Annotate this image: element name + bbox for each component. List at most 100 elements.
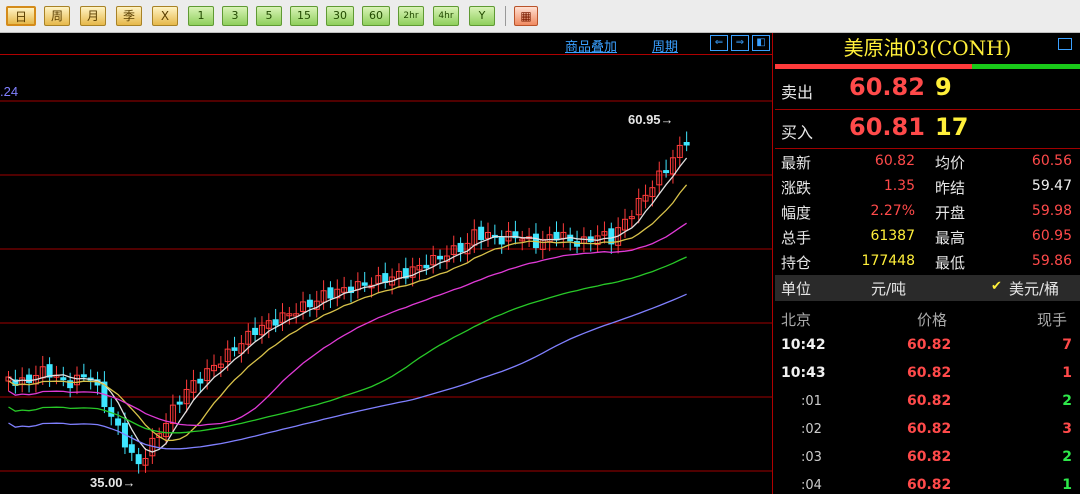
period-3min-button[interactable]: 3 (222, 6, 248, 26)
buy-sell-ratio-bar (775, 64, 1080, 69)
candle-down (272, 319, 279, 326)
tick-price: 60.82 (907, 337, 952, 353)
candle-down (26, 374, 33, 383)
candle-down (80, 374, 87, 378)
tick-volume: 7 (1062, 337, 1072, 353)
candle-down (478, 226, 485, 240)
quote-panel: 美原油03(CONH) 卖出 60.82 9 买入 60.81 17 最新 60… (775, 33, 1080, 494)
tick-price: 60.82 (907, 393, 952, 409)
candle-down (252, 327, 259, 335)
candle-down (135, 454, 142, 465)
tick-time: :02 (801, 422, 822, 437)
tick-price: 60.82 (907, 449, 952, 465)
period-15min-button[interactable]: 15 (290, 6, 318, 26)
candle-down (361, 282, 368, 286)
candle-down (457, 242, 464, 253)
buy-price: 60.81 (849, 113, 925, 141)
period-quarter-button[interactable]: 季 (116, 6, 142, 26)
candle-down (176, 401, 183, 405)
ticks-header-volume: 现手 (1037, 311, 1068, 329)
tick-volume: 3 (1062, 421, 1072, 437)
ticks-header-time: 北京 (781, 311, 812, 329)
stat-label-open: 开盘 (935, 204, 966, 222)
unit-usd-option[interactable]: 美元/桶 (1009, 278, 1059, 299)
check-icon: ✔ (991, 279, 1002, 294)
stat-value-total-vol: 61387 (870, 228, 915, 244)
ma10-line (8, 184, 688, 442)
tick-time: :01 (801, 394, 822, 409)
stat-label-pct: 幅度 (781, 204, 812, 222)
scroll-right-icon[interactable]: ⇒ (731, 35, 749, 51)
kline-chart-panel: 商品叠加 周期 ⇐ ⇒ ◧ 60.95→ 35.00→ .24 (0, 33, 773, 494)
period-1min-button[interactable]: 1 (188, 6, 214, 26)
period-month-button[interactable]: 月 (80, 6, 106, 26)
stat-label-latest: 最新 (781, 154, 812, 172)
kline-chart[interactable]: 60.95→ 35.00→ .24 (0, 55, 773, 494)
panel-toggle-icon[interactable]: ◧ (752, 35, 770, 51)
candle-down (498, 237, 505, 245)
unit-label: 单位 (781, 280, 812, 298)
candle-down (683, 142, 690, 146)
unit-selector-row: 单位 元/吨 ✔ 美元/桶 (775, 275, 1080, 301)
maximize-icon[interactable] (1058, 38, 1072, 50)
period-30min-button[interactable]: 30 (326, 6, 354, 26)
high-price-label: 60.95→ (628, 112, 674, 127)
period-week-button[interactable]: 周 (44, 6, 70, 26)
tick-price: 60.82 (907, 477, 952, 493)
chart-topbar: 商品叠加 周期 ⇐ ⇒ ◧ (0, 33, 773, 55)
period-60min-button[interactable]: 60 (362, 6, 390, 26)
ma60-line (8, 293, 687, 450)
candle-down (60, 377, 67, 381)
sell-label: 卖出 (781, 83, 814, 102)
period-year-button[interactable]: Y (469, 6, 495, 26)
stat-label-low: 最低 (935, 254, 966, 272)
stat-value-low: 59.86 (1031, 253, 1072, 269)
period-4hr-button[interactable]: 4hr (433, 6, 459, 26)
tick-volume: 1 (1062, 477, 1072, 493)
period-custom-button[interactable]: X (152, 6, 178, 26)
candle-down (128, 444, 135, 453)
contract-title: 美原油03(CONH) (843, 36, 1012, 60)
candle-down (327, 287, 334, 299)
ma40-line (8, 256, 687, 434)
candle-down (306, 299, 313, 308)
buy-volume: 17 (935, 113, 969, 141)
candle-down (663, 170, 670, 174)
buy-label: 买入 (781, 123, 814, 142)
candle-down (231, 347, 238, 351)
tick-volume: 1 (1062, 365, 1072, 381)
period-2hr-button[interactable]: 2hr (398, 6, 424, 26)
divider (775, 109, 1080, 110)
stat-value-latest: 60.82 (874, 153, 915, 169)
stat-label-open-interest: 持仓 (781, 254, 812, 272)
scroll-left-icon[interactable]: ⇐ (710, 35, 728, 51)
layout-grid-button[interactable]: ▦ (514, 6, 538, 26)
overlay-link[interactable]: 商品叠加 (565, 36, 617, 55)
period-5min-button[interactable]: 5 (256, 6, 282, 26)
stat-label-total-vol: 总手 (781, 229, 812, 247)
stat-value-avg: 60.56 (1031, 153, 1072, 169)
period-day-button[interactable]: 日 (6, 6, 36, 26)
stat-value-pct: 2.27% (870, 203, 915, 219)
candle-down (115, 418, 122, 426)
period-link[interactable]: 周期 (652, 36, 678, 55)
stat-value-high: 60.95 (1031, 228, 1072, 244)
tick-price: 60.82 (907, 421, 952, 437)
unit-cny-option[interactable]: 元/吨 (871, 278, 906, 299)
sell-volume: 9 (935, 73, 952, 101)
axis-partial-label: .24 (0, 84, 18, 99)
candle-down (197, 378, 204, 384)
stat-value-change: 1.35 (883, 178, 915, 194)
tick-time: 10:42 (781, 337, 826, 353)
tick-price: 60.82 (907, 365, 952, 381)
ticks-header-price: 价格 (917, 311, 948, 329)
low-price-label: 35.00→ (90, 475, 136, 490)
stat-label-prev-settle: 昨结 (935, 179, 966, 197)
candle-down (382, 273, 389, 284)
period-toolbar: 日 周 月 季 X 1 3 5 15 30 60 2hr 4hr Y ▦ (0, 0, 1080, 33)
stat-value-open-interest: 177448 (861, 253, 915, 269)
candle-down (423, 264, 430, 269)
candle-down (437, 255, 444, 260)
tick-time: :04 (801, 478, 822, 493)
candle-down (553, 231, 560, 241)
